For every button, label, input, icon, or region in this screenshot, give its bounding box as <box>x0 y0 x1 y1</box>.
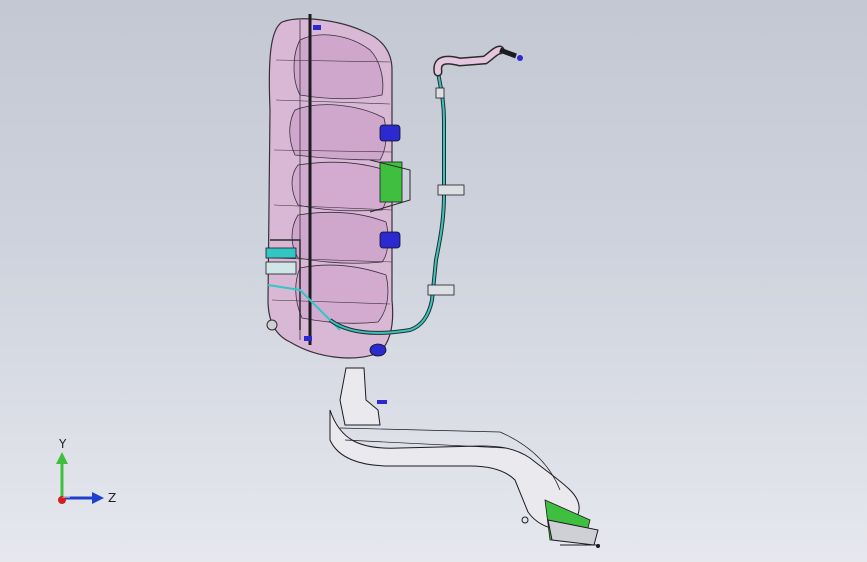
z-axis-arrow <box>92 492 104 504</box>
filler-neck[interactable] <box>300 367 600 548</box>
3d-viewport[interactable]: Y Z <box>0 0 867 562</box>
fuel-tank-body[interactable] <box>265 14 394 359</box>
axis-triad: Y Z <box>56 437 116 505</box>
y-axis-label: Y <box>58 437 67 451</box>
y-axis-arrow <box>56 452 68 464</box>
fuel-tank-model[interactable] <box>0 0 867 562</box>
z-axis-label: Z <box>108 491 116 505</box>
